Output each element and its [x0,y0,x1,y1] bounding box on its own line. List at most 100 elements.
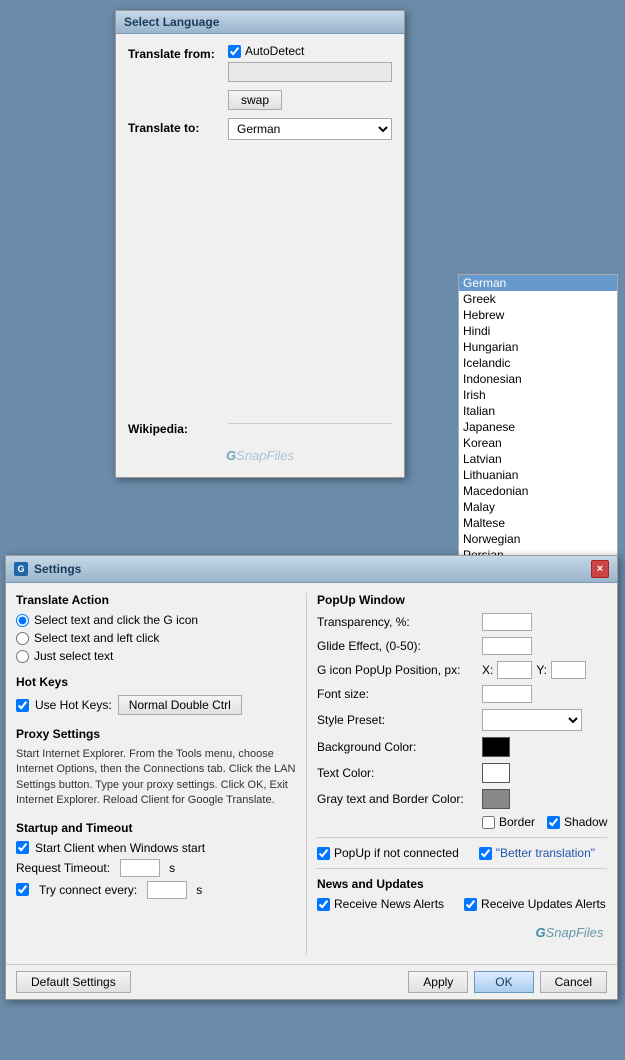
language-list-item[interactable]: Norwegian [459,531,617,547]
settings-right-column: PopUp Window Transparency, %: 50 Glide E… [306,593,607,954]
try-connect-unit: s [196,883,202,897]
popup-not-connected-checkbox[interactable] [317,847,330,860]
use-hot-keys-label: Use Hot Keys: [35,698,112,712]
autodetect-checkbox[interactable] [228,45,241,58]
font-size-label: Font size: [317,687,482,701]
news-title: News and Updates [317,877,607,891]
gray-text-swatch[interactable] [482,789,510,809]
request-timeout-label: Request Timeout: [16,861,110,875]
popup-connected-row: PopUp if not connected "Better translati… [317,846,607,860]
start-windows-row: Start Client when Windows start [16,841,296,855]
language-list-item[interactable]: Hindi [459,323,617,339]
language-list-item[interactable]: Italian [459,403,617,419]
style-preset-select[interactable] [482,709,582,731]
hot-keys-section: Hot Keys Use Hot Keys: Normal Double Ctr… [16,675,296,715]
transparency-input[interactable]: 50 [482,613,532,631]
language-list-item[interactable]: Hebrew [459,307,617,323]
autodetect-row: AutoDetect [228,44,392,58]
language-list-item[interactable]: Malay [459,499,617,515]
start-windows-checkbox[interactable] [16,841,29,854]
x-input[interactable]: 2 [497,661,532,679]
glide-effect-label: Glide Effect, (0-50): [317,639,482,653]
text-color-swatch[interactable] [482,763,510,783]
x-label: X: [482,663,493,677]
try-connect-checkbox[interactable] [16,883,29,896]
font-size-input[interactable]: 10 [482,685,532,703]
proxy-title: Proxy Settings [16,727,296,741]
translate-action-title: Translate Action [16,593,296,607]
border-label: Border [499,815,535,829]
request-timeout-input[interactable]: 10 [120,859,160,877]
better-translation-checkbox[interactable] [479,847,492,860]
language-list-item[interactable]: Icelandic [459,355,617,371]
language-list-item[interactable]: German [459,275,617,291]
border-row: Border [482,815,535,829]
receive-updates-checkbox[interactable] [464,898,477,911]
startup-title: Startup and Timeout [16,821,296,835]
try-connect-row: Try connect every: 20 s [16,881,296,899]
use-hot-keys-checkbox[interactable] [16,699,29,712]
radio-left-click[interactable] [16,632,29,645]
cancel-button[interactable]: Cancel [540,971,607,993]
try-connect-input[interactable]: 20 [147,881,187,899]
shadow-checkbox[interactable] [547,816,560,829]
settings-title: Settings [34,562,81,576]
text-color-label: Text Color: [317,766,482,780]
translate-to-controls: German GermanGreekHebrewHindiHungarianIc… [228,118,392,144]
radio-icon[interactable] [16,614,29,627]
language-list-item[interactable]: Hungarian [459,339,617,355]
settings-close-button[interactable]: × [591,560,609,578]
glide-effect-input[interactable]: 10 [482,637,532,655]
receive-news-row: Receive News Alerts [317,897,444,911]
ok-button[interactable]: OK [474,971,533,993]
proxy-section: Proxy Settings Start Internet Explorer. … [16,727,296,809]
popup-not-connected-row: PopUp if not connected [317,846,459,860]
y-label: Y: [536,663,547,677]
language-list-item[interactable]: Irish [459,387,617,403]
apply-button[interactable]: Apply [408,971,468,993]
autodetect-label: AutoDetect [245,44,304,58]
swap-button[interactable]: swap [228,90,282,110]
request-timeout-row: Request Timeout: 10 s [16,859,296,877]
hot-key-button[interactable]: Normal Double Ctrl [118,695,242,715]
g-icon-position-row: G icon PopUp Position, px: X: 2 Y: -32 [317,661,607,679]
radio-select-row: Just select text [16,649,296,663]
translate-from-label: Translate from: [128,44,228,61]
language-list-item[interactable]: Greek [459,291,617,307]
language-list-item[interactable]: Korean [459,435,617,451]
settings-left-column: Translate Action Select text and click t… [16,593,306,954]
radio-select[interactable] [16,650,29,663]
startup-section: Startup and Timeout Start Client when Wi… [16,821,296,899]
gray-text-row: Gray text and Border Color: [317,789,607,809]
radio-select-label: Just select text [34,649,113,663]
better-translation-label: "Better translation" [496,846,595,860]
glide-effect-row: Glide Effect, (0-50): 10 [317,637,607,655]
receive-news-label: Receive News Alerts [334,897,444,911]
language-list-item[interactable]: Indonesian [459,371,617,387]
style-preset-label: Style Preset: [317,713,482,727]
settings-watermark-g: G [535,925,545,940]
text-color-row: Text Color: [317,763,607,783]
y-input[interactable]: -32 [551,661,586,679]
receive-news-checkbox[interactable] [317,898,330,911]
border-checkbox[interactable] [482,816,495,829]
radio-left-click-label: Select text and left click [34,631,159,645]
radio-left-click-row: Select text and left click [16,631,296,645]
settings-watermark: GSnapFiles [317,923,607,942]
popup-not-connected-label: PopUp if not connected [334,846,459,860]
radio-icon-row: Select text and click the G icon [16,613,296,627]
background-color-swatch[interactable] [482,737,510,757]
translate-to-row: Translate to: German GermanGreekHebrewHi… [128,118,392,144]
language-list-item[interactable]: Maltese [459,515,617,531]
settings-footer: Default Settings Apply OK Cancel [6,964,617,999]
popup-divider [317,837,607,838]
language-list-item[interactable]: Latvian [459,451,617,467]
language-list-item[interactable]: Japanese [459,419,617,435]
default-settings-button[interactable]: Default Settings [16,971,131,993]
language-list-item[interactable]: Macedonian [459,483,617,499]
target-language-select[interactable]: German [228,118,392,140]
settings-title-bar: G Settings × [6,556,617,583]
transparency-label: Transparency, %: [317,615,482,629]
language-list-item[interactable]: Lithuanian [459,467,617,483]
gray-text-label: Gray text and Border Color: [317,792,482,806]
